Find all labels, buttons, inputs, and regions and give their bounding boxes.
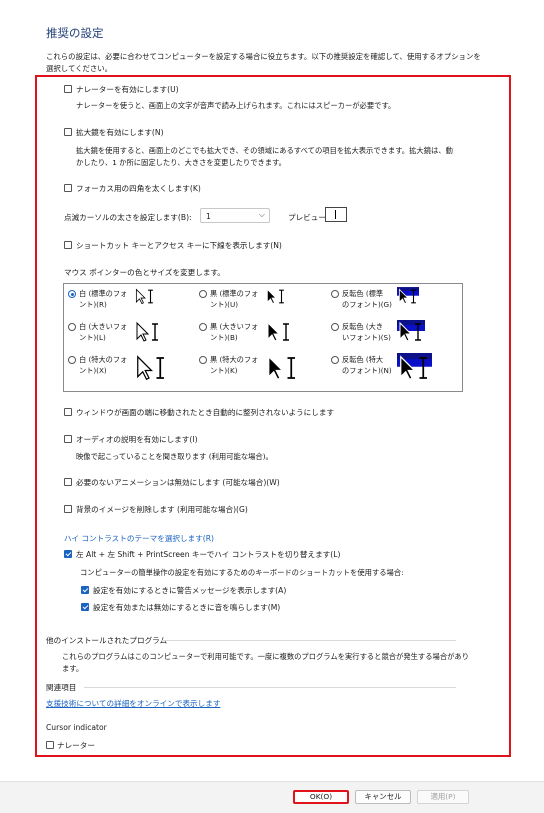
cancel-button[interactable]: キャンセル [355, 790, 411, 804]
apply-button[interactable]: 適用(P) [417, 790, 469, 804]
warning-message-label[interactable]: 設定を有効にするときに警告メッセージを表示します(A) [93, 585, 286, 596]
other-programs-heading: 他のインストールされたプログラム [46, 636, 168, 645]
pointer-option-label[interactable]: 黒 (大きいフォ [210, 321, 258, 332]
pointer-option-label[interactable]: 反転色 (特大 [342, 354, 383, 365]
magnifier-checkbox-box[interactable] [64, 128, 72, 136]
cursor-preview-label: プレビュー: [288, 213, 329, 222]
section-divider [162, 640, 456, 641]
pointer-option-label[interactable]: 黒 (特大のフォ [210, 354, 258, 365]
pointer-option-label[interactable]: ント)(U) [210, 299, 238, 310]
pointer-preview-icon [265, 320, 293, 346]
underline-shortcuts-label[interactable]: ショートカット キーとアクセス キーに下線を表示します(N) [76, 240, 282, 251]
underline-shortcuts-checkbox-box[interactable] [64, 241, 72, 249]
cursor-preview-box [325, 207, 347, 222]
pointer-option-label[interactable]: ント)(K) [210, 365, 238, 376]
caret-preview-icon [335, 210, 336, 219]
pointer-option-label[interactable]: 白 (大きいフォ [79, 321, 127, 332]
cursor-thickness-label: 点滅カーソルの太さを設定します(B): [64, 213, 192, 222]
intro-text: これらの設定は、必要に合わせてコンピューターを設定する場合に役立ちます。以下の推… [46, 52, 481, 73]
pointer-preview-icon [397, 320, 425, 346]
pointer-option-radio[interactable] [68, 356, 76, 364]
pointer-option-label[interactable]: ント)(X) [79, 365, 107, 376]
high-contrast-theme-link[interactable]: ハイ コントラストのテーマを選択します(R) [64, 533, 214, 544]
pointer-option-radio[interactable] [199, 323, 207, 331]
pointer-option-label[interactable]: ント)(L) [79, 332, 106, 343]
related-online-link[interactable]: 支援技術についての詳細をオンラインで表示します [46, 698, 220, 709]
sound-label[interactable]: 設定を有効または無効にするときに音を鳴らします(M) [93, 602, 280, 613]
pointer-option-label[interactable]: のフォント)(N) [342, 365, 392, 376]
magnifier-description-line1: 拡大鏡を使用すると、画面上のどこでも拡大でき、その領域にあるすべての項目を拡大表… [76, 146, 453, 155]
magnifier-label[interactable]: 拡大鏡を有効にします(N) [76, 127, 164, 138]
pointer-preview-icon [397, 353, 432, 385]
page-title: 推奨の設定 [46, 26, 104, 40]
pointer-option-radio[interactable] [331, 356, 339, 364]
remove-backgrounds-checkbox-box[interactable] [64, 505, 72, 513]
pointer-option-radio[interactable] [331, 323, 339, 331]
other-programs-desc-line1: これらのプログラムはこのコンピューターで利用可能です。一度に複数のプログラムを実… [62, 652, 470, 661]
related-heading: 関連項目 [46, 683, 77, 692]
pointer-section-label: マウス ポインターの色とサイズを変更します。 [64, 268, 225, 277]
pointer-option-radio[interactable] [68, 323, 76, 331]
pointer-option-radio[interactable] [331, 290, 339, 298]
shortcut-description: コンピューターの簡単操作の設定を有効にするためのキーボードのショートカットを使用… [80, 568, 404, 577]
section-divider [84, 687, 456, 688]
magnifier-description-line2: かしたり、1 か所に固定したり、大きさを変更したりできます。 [76, 158, 286, 167]
audio-description-checkbox-box[interactable] [64, 435, 72, 443]
cursor-indicator-heading: Cursor indicator [46, 723, 107, 732]
pointer-option-radio[interactable] [68, 290, 76, 298]
pointer-option-label[interactable]: ント)(R) [79, 299, 107, 310]
narrator-description: ナレーターを使うと、画面上の文字が音声で読み上げられます。これにはスピーカーが必… [76, 101, 396, 110]
pointer-preview-icon [134, 287, 156, 308]
cursor-indicator-narrator-label[interactable]: ナレーター [57, 740, 95, 751]
cursor-thickness-select[interactable]: 1 ⌵ [200, 208, 270, 223]
chevron-down-icon: ⌵ [258, 210, 265, 219]
pointer-preview-icon [265, 287, 287, 308]
disable-animations-checkbox-box[interactable] [64, 478, 72, 486]
prevent-arrange-checkbox-box[interactable] [64, 408, 72, 416]
audio-description-label[interactable]: オーディオの説明を有効にします(I) [76, 434, 198, 445]
pointer-option-label[interactable]: いフォント)(S) [342, 332, 391, 343]
high-contrast-toggle-checkbox-box[interactable] [64, 550, 72, 558]
ok-button[interactable]: OK(O) [293, 790, 349, 804]
pointer-option-label[interactable]: 黒 (標準のフォ [210, 288, 258, 299]
focus-rect-label[interactable]: フォーカス用の四角を太くします(K) [76, 183, 201, 194]
pointer-preview-icon [265, 353, 300, 385]
pointer-option-label[interactable]: のフォント)(G) [342, 299, 392, 310]
high-contrast-toggle-label[interactable]: 左 Alt + 左 Shift + PrintScreen キーでハイ コントラ… [76, 549, 340, 560]
warning-message-checkbox-box[interactable] [81, 586, 89, 594]
pointer-option-label[interactable]: 反転色 (大き [342, 321, 383, 332]
pointer-option-radio[interactable] [199, 356, 207, 364]
pointer-option-label[interactable]: 反転色 (標準 [342, 288, 383, 299]
cursor-indicator-checkbox-box[interactable] [46, 741, 54, 749]
prevent-arrange-label[interactable]: ウィンドウが画面の端に移動されたとき自動的に整列されないようにします [76, 407, 334, 418]
pointer-preview-icon [134, 320, 162, 346]
disable-animations-label[interactable]: 必要のないアニメーションは無効にします (可能な場合)(W) [76, 477, 280, 488]
narrator-checkbox-box[interactable] [64, 85, 72, 93]
narrator-label[interactable]: ナレーターを有効にします(U) [76, 84, 179, 95]
cursor-thickness-value: 1 [206, 212, 211, 221]
pointer-preview-icon [397, 287, 419, 308]
sound-checkbox-box[interactable] [81, 603, 89, 611]
pointer-preview-icon [134, 353, 169, 385]
other-programs-desc-line2: ます。 [62, 664, 84, 673]
focus-rect-checkbox-box[interactable] [64, 184, 72, 192]
pointer-option-radio[interactable] [199, 290, 207, 298]
pointer-option-label[interactable]: 白 (標準のフォ [79, 288, 127, 299]
remove-backgrounds-label[interactable]: 背景のイメージを削除します (利用可能な場合)(G) [76, 504, 248, 515]
audio-description-text: 映像で起こっていることを聞き取ります (利用可能な場合)。 [76, 452, 273, 461]
pointer-option-label[interactable]: ント)(B) [210, 332, 238, 343]
pointer-option-label[interactable]: 白 (特大のフォ [79, 354, 127, 365]
